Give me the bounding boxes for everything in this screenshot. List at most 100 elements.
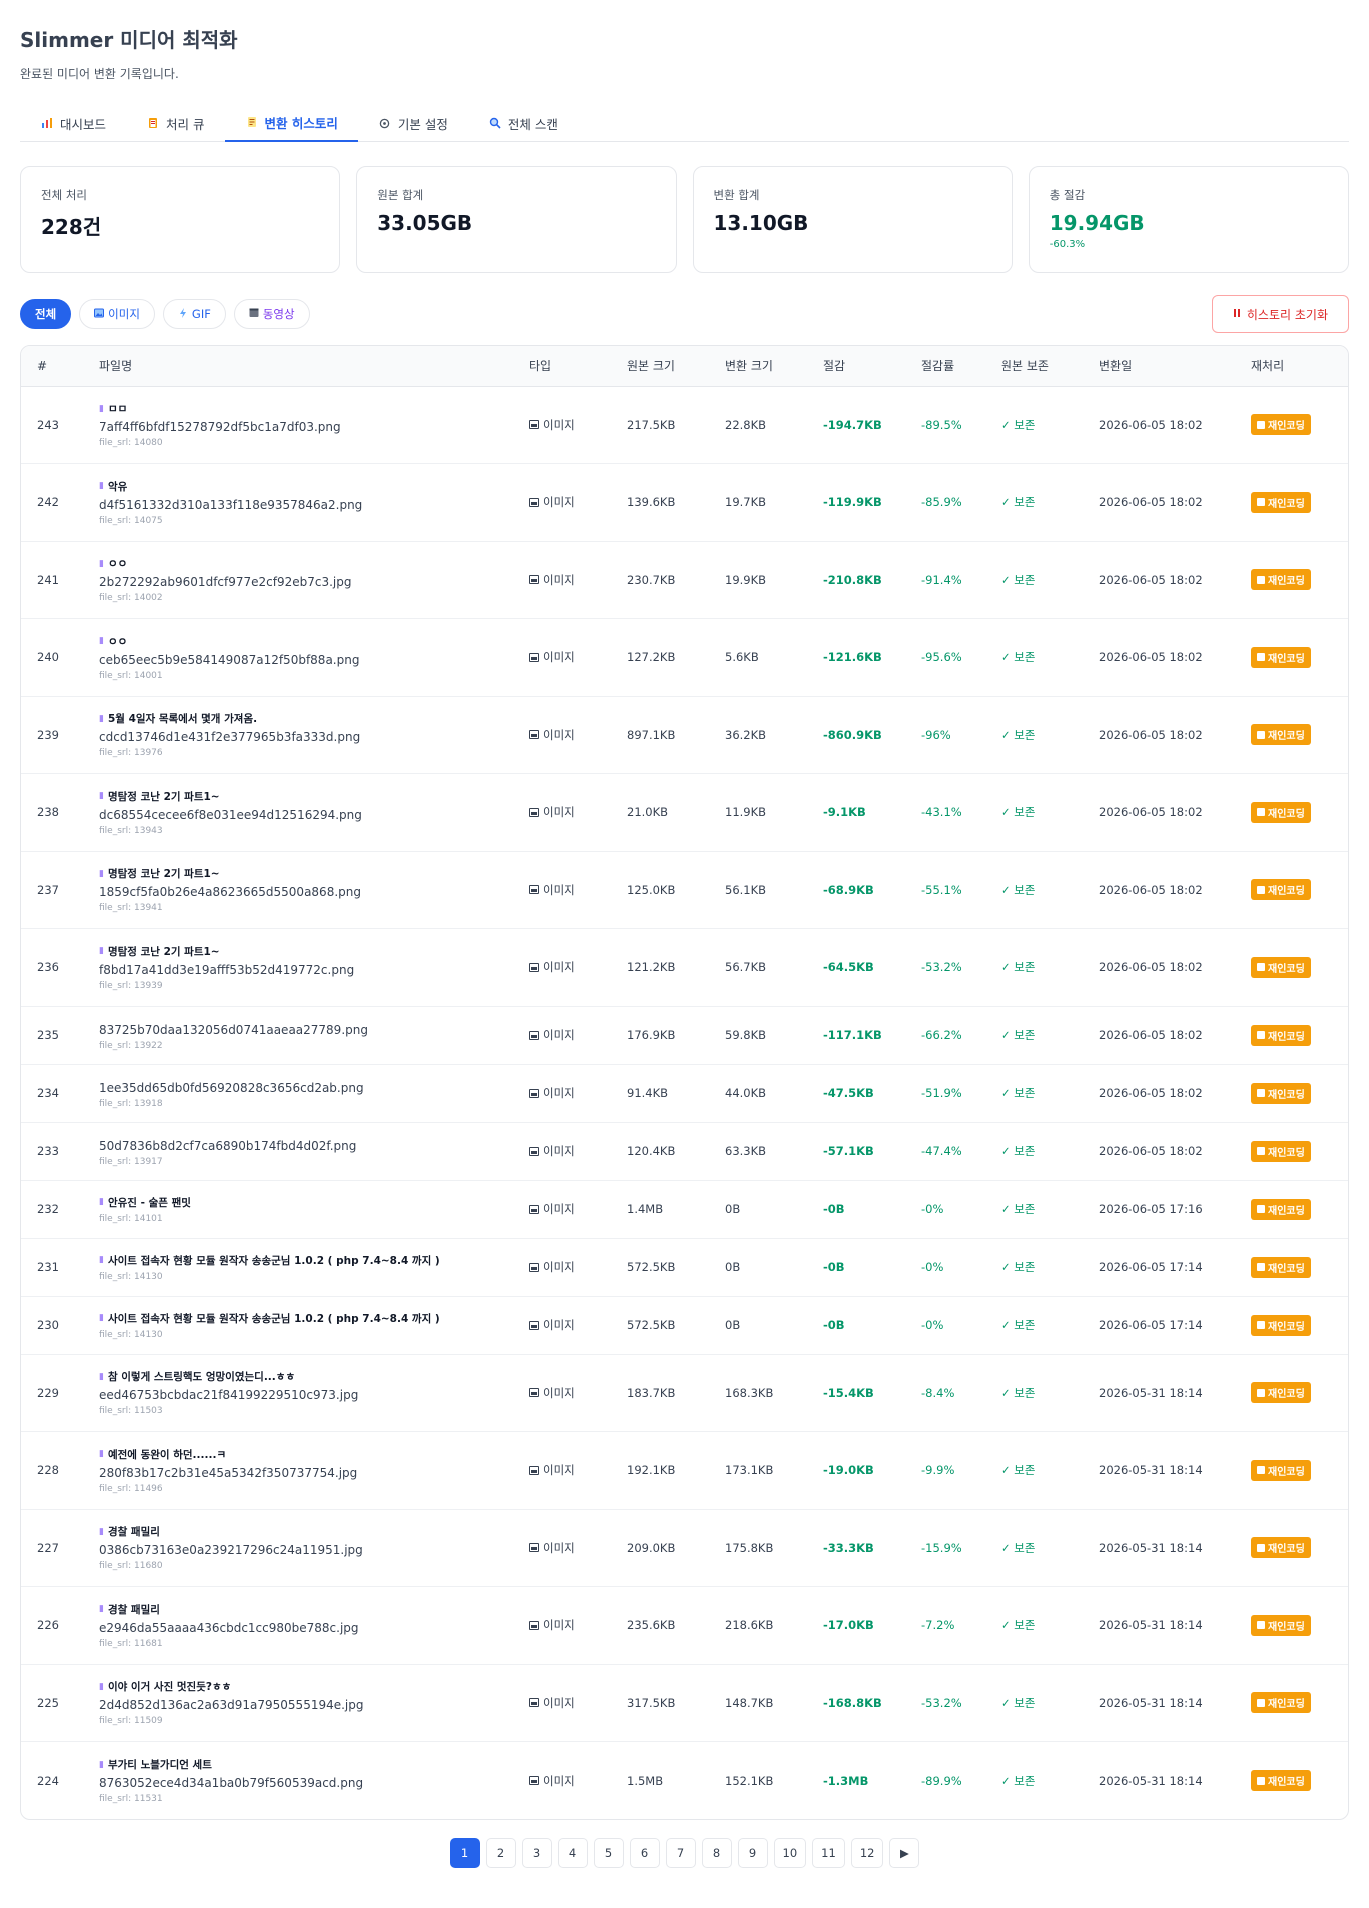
row-id: 232 [21, 1180, 91, 1239]
col-header[interactable]: 절감률 [913, 346, 993, 387]
reencode-button[interactable]: 재인코딩 [1251, 1614, 1311, 1636]
filter-video[interactable]: 동영상 [233, 299, 310, 329]
action-cell: 재인코딩 [1243, 851, 1348, 929]
type-label: 이미지 [543, 1540, 575, 1555]
keep-status: ✓ 보존 [993, 1064, 1091, 1123]
reencode-button[interactable]: 재인코딩 [1251, 1082, 1311, 1104]
tab-scan[interactable]: 전체 스캔 [468, 104, 578, 142]
reset-history-button[interactable]: 히스토리 초기화 [1211, 295, 1349, 333]
page-button-11[interactable]: 11 [812, 1838, 845, 1868]
orig-size: 183.7KB [619, 1354, 717, 1432]
page-button-8[interactable]: 8 [701, 1838, 732, 1868]
orig-size: 897.1KB [619, 696, 717, 774]
tab-history[interactable]: 변환 히스토리 [224, 104, 358, 142]
stat-value: 33.05GB [377, 211, 473, 235]
reencode-button[interactable]: 재인코딩 [1251, 414, 1311, 436]
col-header[interactable]: 변환 크기 [717, 346, 815, 387]
row-id: 236 [21, 928, 91, 1007]
saved-rate: -15.9% [913, 1509, 993, 1587]
action-cell: 재인코딩 [1243, 1006, 1348, 1065]
conv-size: 5.6KB [717, 618, 815, 697]
reencode-button[interactable]: 재인코딩 [1251, 724, 1311, 746]
refresh-icon [1257, 885, 1265, 894]
file-srl: file_srl: 11509 [99, 1716, 163, 1727]
document-icon: ▮ [99, 791, 104, 802]
reencode-button[interactable]: 재인코딩 [1251, 1140, 1311, 1162]
saved-size: -121.6KB [815, 618, 913, 697]
pagination: 1 2 3 4 5 6 7 8 9 10 11 12 ▶ [20, 1838, 1349, 1868]
saved-size: -15.4KB [815, 1354, 913, 1432]
reencode-button[interactable]: 재인코딩 [1251, 1382, 1311, 1404]
reencode-button[interactable]: 재인코딩 [1251, 879, 1311, 901]
filter-image[interactable]: 이미지 [79, 299, 155, 329]
saved-rate: -55.1% [913, 851, 993, 929]
saved-size: -1.3MB [823, 1773, 869, 1788]
reencode-button[interactable]: 재인코딩 [1251, 1459, 1311, 1481]
col-header[interactable]: 파일명 [91, 346, 521, 387]
reencode-button[interactable]: 재인코딩 [1251, 569, 1311, 591]
page-button-12[interactable]: 12 [850, 1838, 884, 1868]
row-id: 238 [21, 773, 91, 852]
reencode-button[interactable]: 재인코딩 [1251, 956, 1311, 978]
page-button-9[interactable]: 9 [737, 1838, 768, 1868]
reencode-button[interactable]: 재인코딩 [1251, 491, 1311, 513]
file-name: ceb65eec5b9e584149087a12f50bf88a.png [99, 652, 360, 667]
saved-size: -17.0KB [815, 1586, 913, 1665]
col-header[interactable]: 변환일 [1091, 346, 1243, 387]
filter-label: 동영상 [262, 307, 295, 321]
col-header[interactable]: 원본 크기 [619, 346, 717, 387]
page-button-5[interactable]: 5 [593, 1838, 624, 1868]
page-button-1[interactable]: 1 [449, 1838, 480, 1868]
tab-dashboard[interactable]: 대시보드 [20, 104, 126, 142]
conv-size: 0B [717, 1238, 815, 1297]
filter-label: 이미지 [108, 307, 140, 321]
row-id: 231 [21, 1238, 91, 1297]
reencode-button[interactable]: 재인코딩 [1251, 801, 1311, 823]
col-header[interactable]: 절감 [815, 346, 913, 387]
saved-rate: -8.4% [913, 1354, 993, 1432]
reencode-button[interactable]: 재인코딩 [1251, 1024, 1311, 1046]
col-header[interactable]: 원본 보존 [993, 346, 1091, 387]
row-id: 224 [37, 1773, 59, 1788]
next-page-button[interactable]: ▶ [889, 1838, 920, 1868]
post-title-text: 참 이렇게 스트링핵도 엉망이였는디...ㅎㅎ [107, 1371, 296, 1384]
col-header[interactable]: # [21, 346, 91, 387]
file-cell: 83725b70daa132056d0741aaeaa27789.png file… [91, 1006, 521, 1065]
col-header[interactable]: 타입 [521, 346, 619, 387]
saved-rate: -51.9% [913, 1064, 993, 1123]
table-row: 235 83725b70daa132056d0741aaeaa27789.png f… [21, 1006, 1348, 1065]
tab-settings[interactable]: 기본 설정 [358, 104, 468, 142]
page-button-7[interactable]: 7 [665, 1838, 696, 1868]
page-button-4[interactable]: 4 [557, 1838, 588, 1868]
filter-gif[interactable]: GIF [162, 299, 226, 329]
filter-all[interactable]: 전체 [20, 299, 72, 329]
page-button-2[interactable]: 2 [485, 1838, 516, 1868]
table-row: 229 ▮ 참 이렇게 스트링핵도 엉망이였는디...ㅎㅎ eed46753bcbda… [21, 1354, 1348, 1432]
reencode-button[interactable]: 재인코딩 [1251, 1198, 1311, 1220]
file-cell: ▮ 악유 d4f5161332d310a133f118e9357846a2.png f… [91, 463, 521, 542]
reencode-button[interactable]: 재인코딩 [1251, 646, 1311, 668]
reencode-button[interactable]: 재인코딩 [1251, 1770, 1311, 1791]
orig-size: 235.6KB [619, 1586, 717, 1665]
reencode-button[interactable]: 재인코딩 [1251, 1692, 1311, 1714]
tab-queue[interactable]: 처리 큐 [126, 104, 224, 142]
image-icon [529, 1543, 539, 1553]
reencode-label: 재인코딩 [1268, 1777, 1305, 1788]
col-header[interactable]: 재처리 [1243, 346, 1348, 387]
page-button-6[interactable]: 6 [629, 1838, 660, 1868]
table-row: 242 ▮ 악유 d4f5161332d310a133f118e9357846a2.p… [21, 463, 1348, 542]
table-header: # 파일명 타입 원본 크기 변환 크기 절감 절감률 원본 보존 변환일 재처… [21, 346, 1348, 387]
row-id: 225 [21, 1664, 91, 1742]
saved-size: -194.7KB [815, 386, 913, 464]
page-button-3[interactable]: 3 [521, 1838, 552, 1868]
file-srl: file_srl: 11503 [99, 1406, 163, 1417]
converted-date: 2026-05-31 18:14 [1099, 1773, 1203, 1788]
action-cell: 재인코딩 [1243, 463, 1348, 542]
file-srl: file_srl: 14075 [99, 515, 163, 526]
file-name: f8bd17a41dd3e19afff53b52d419772c.png [99, 962, 355, 977]
saved-rate: -7.2% [913, 1586, 993, 1665]
reencode-button[interactable]: 재인코딩 [1251, 1314, 1311, 1336]
page-button-10[interactable]: 10 [773, 1838, 807, 1868]
reencode-button[interactable]: 재인코딩 [1251, 1256, 1311, 1278]
reencode-button[interactable]: 재인코딩 [1251, 1537, 1311, 1559]
